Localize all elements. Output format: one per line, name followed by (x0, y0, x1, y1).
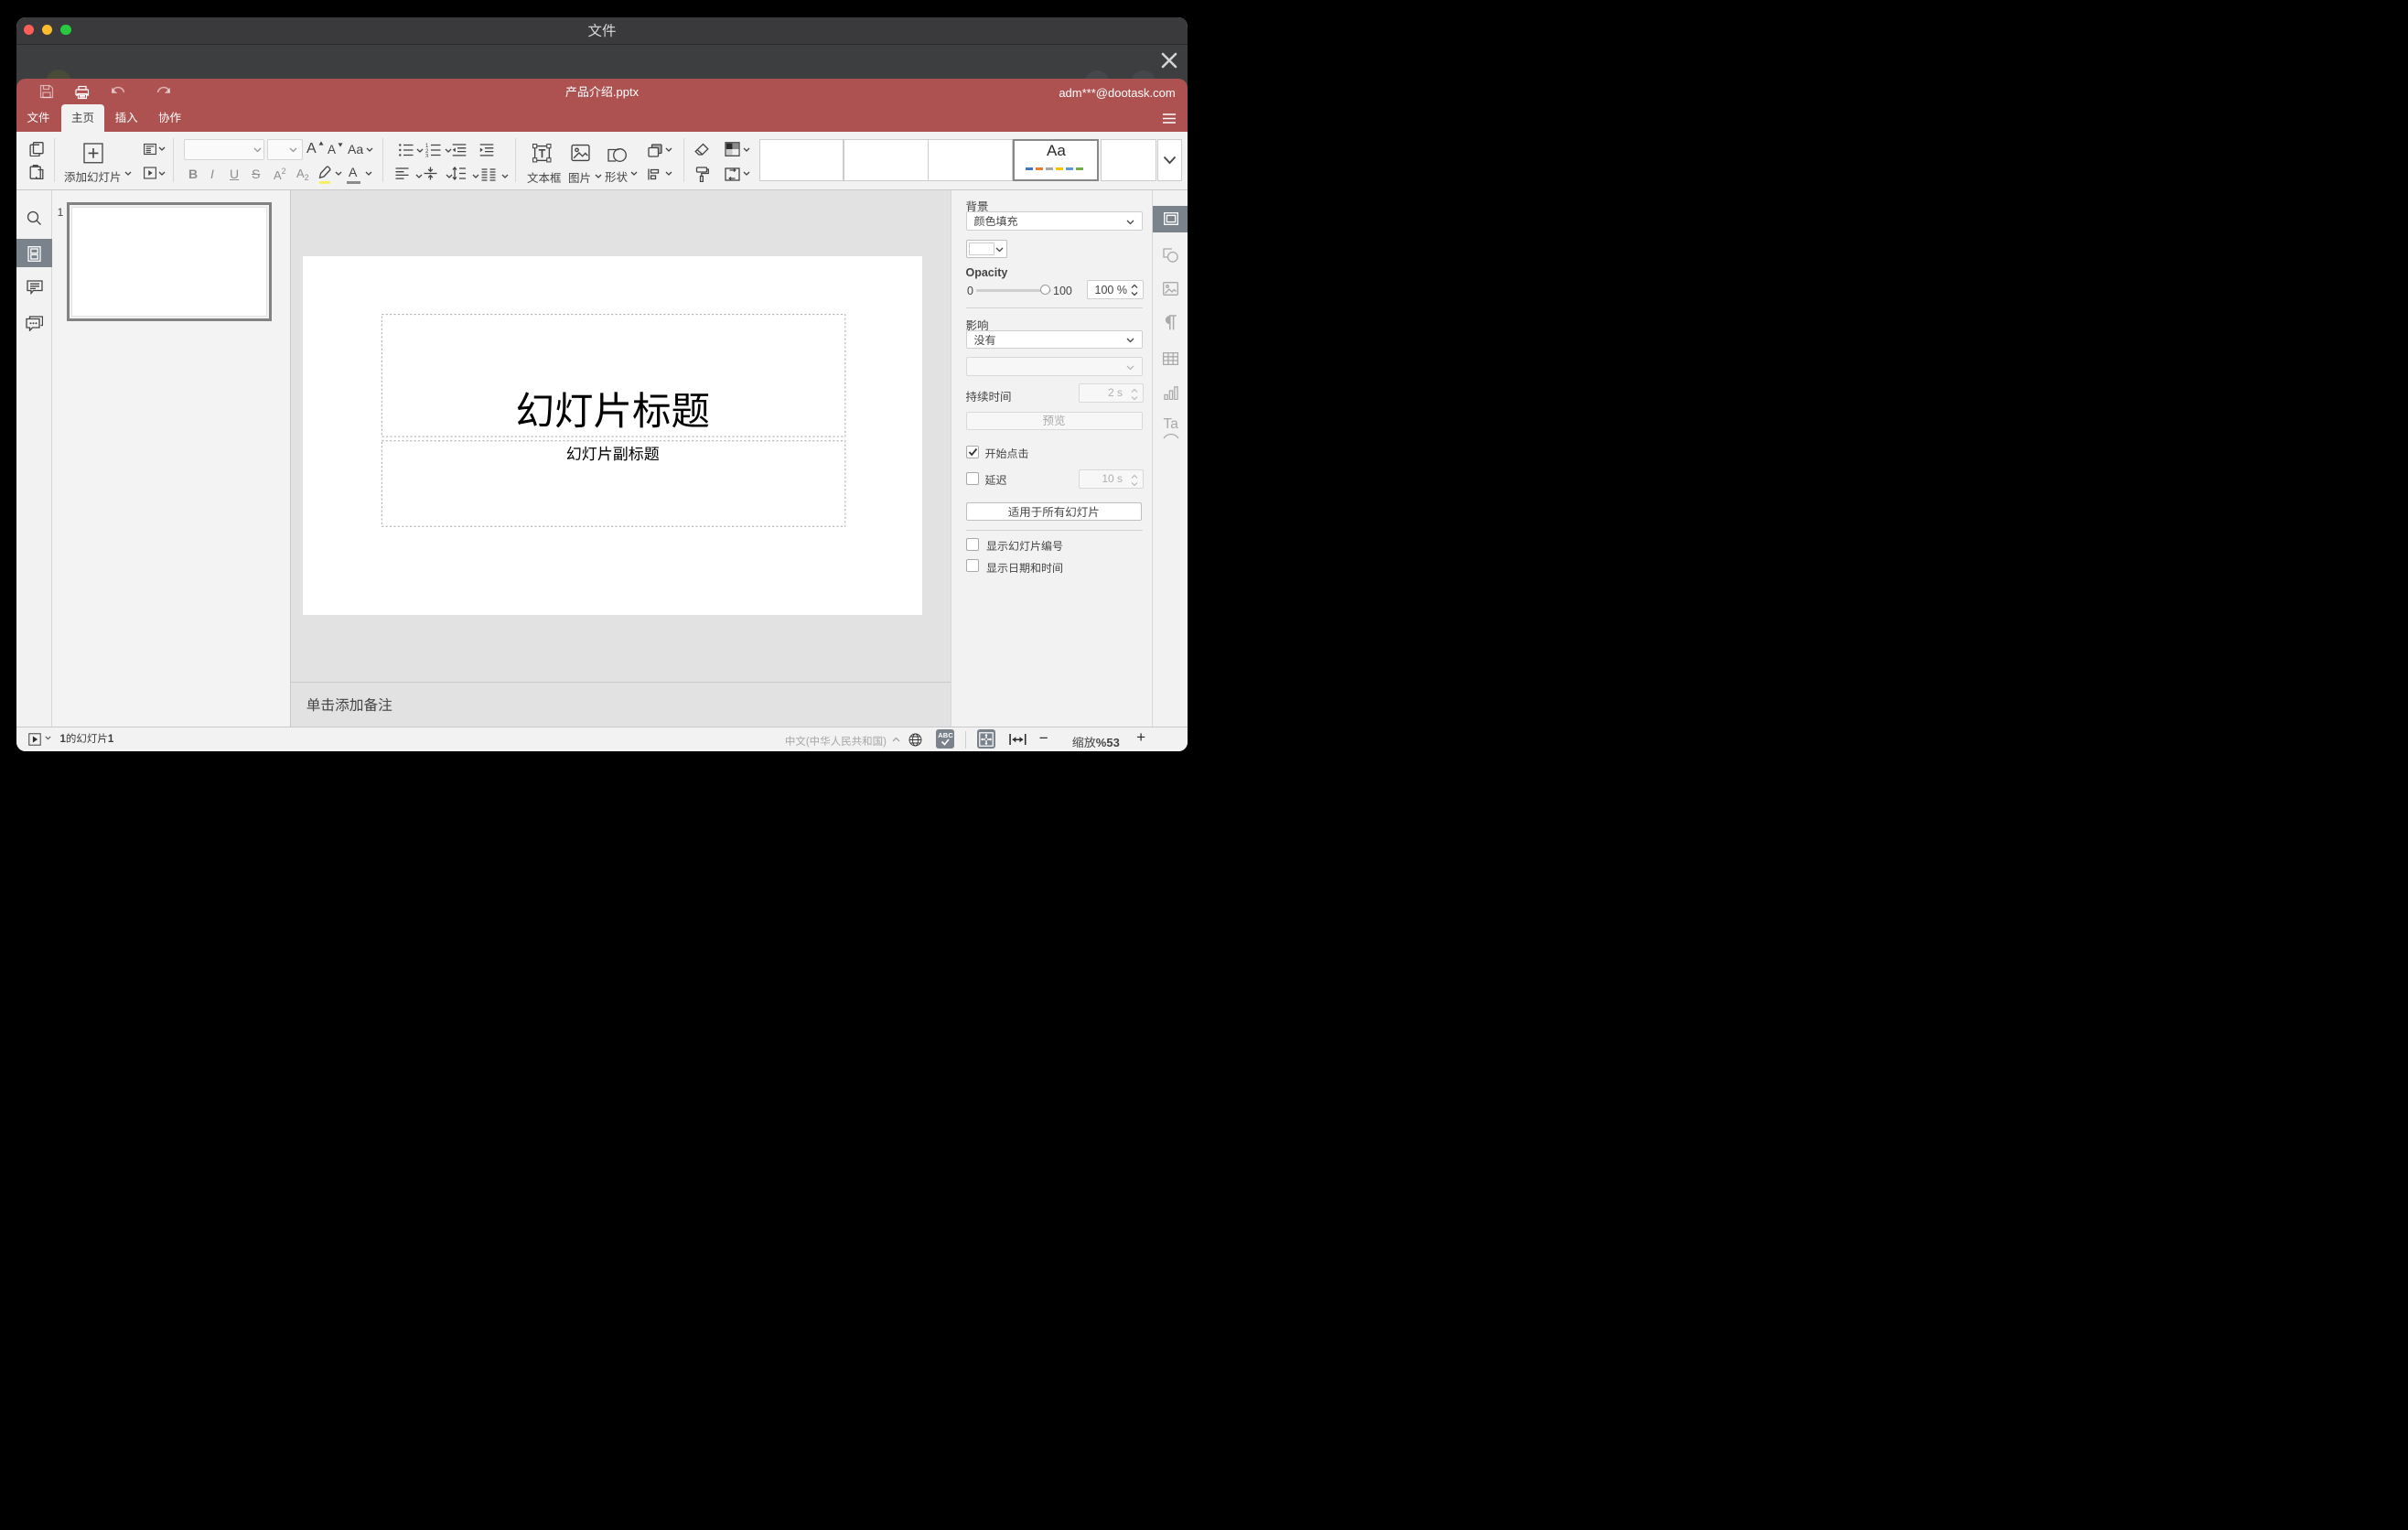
svg-text:3: 3 (425, 155, 429, 158)
